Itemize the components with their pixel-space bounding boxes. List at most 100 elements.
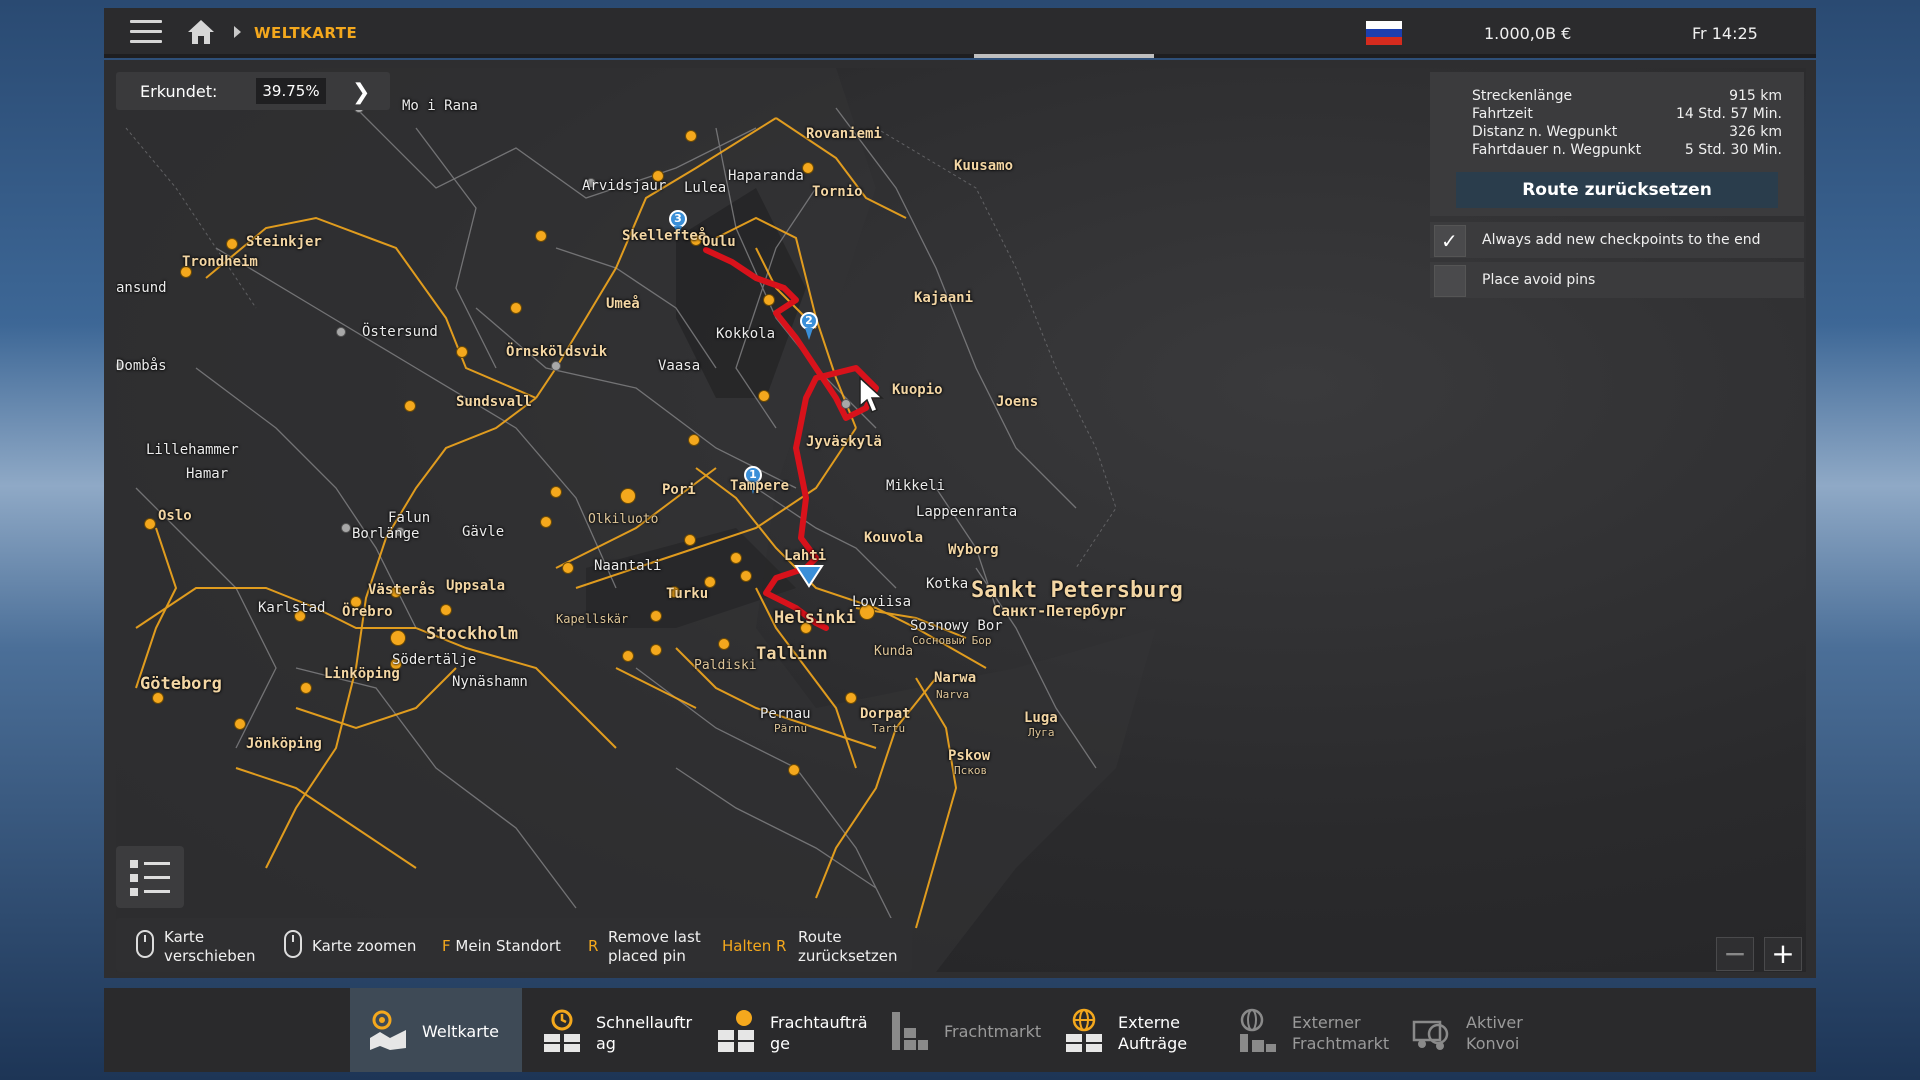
city-dot [390, 630, 406, 646]
key-hold-r: Halten R [722, 937, 787, 955]
city-label: Karlstad [258, 600, 326, 616]
tab-label: Externer Frachtmarkt [1292, 1013, 1390, 1053]
freight-icon [718, 1010, 754, 1052]
city-label: Mo i Rana [402, 98, 478, 114]
mouse-drag-icon [136, 930, 154, 958]
zoom-out-button[interactable]: − [1716, 937, 1754, 971]
zoom-in-button[interactable]: + [1764, 937, 1802, 971]
tab-external-contracts[interactable]: Externe Aufträge [1046, 988, 1218, 1072]
city-label: Trondheim [182, 254, 258, 270]
city-dot [688, 434, 700, 446]
city-dot [300, 682, 312, 694]
reset-route-button[interactable]: Route zurücksetzen [1456, 172, 1778, 208]
city-dot [845, 692, 857, 704]
city-label: Lulea [684, 180, 727, 196]
city-label: Hamar [186, 466, 229, 482]
tab-world-map[interactable]: Weltkarte [350, 988, 522, 1072]
city-label: Linköping [324, 666, 400, 682]
city-label: Sankt Petersburg [971, 578, 1183, 603]
map-icon [370, 1010, 406, 1050]
globe-icon [1066, 1008, 1102, 1052]
city-label: Paldiski [694, 658, 757, 673]
route-stat-value: 915 km [1729, 88, 1782, 104]
russia-flag-icon [1366, 21, 1402, 45]
city-label: Tornio [812, 184, 863, 200]
bottom-navigation: Weltkarte Schnellauftr ag Frachtaufträ g… [104, 988, 1816, 1072]
city-dot [336, 327, 346, 337]
city-label: Nynäshamn [452, 674, 528, 690]
city-label: Pskow [948, 748, 991, 764]
hint-zoom-map: Karte zoomen [312, 937, 417, 955]
legend-list-icon [130, 860, 170, 896]
city-label: Kotka [926, 576, 969, 592]
city-label: Olkiluoto [588, 512, 659, 527]
hint-move-map: Karte verschieben [164, 928, 256, 965]
route-info-panel: Streckenlänge 915 km Fahrtzeit 14 Std. 5… [1430, 72, 1804, 216]
controls-hint-bar: Karte verschieben Karte zoomen F Mein St… [116, 918, 912, 972]
checkbox[interactable] [1434, 265, 1466, 297]
city-dot [144, 518, 156, 530]
city-label: Kouvola [864, 530, 924, 546]
city-dot [763, 294, 775, 306]
explored-panel: Erkundet: 39.75% ❯ [116, 72, 390, 110]
external-market-icon [1240, 1008, 1276, 1052]
option-place-avoid-pins[interactable]: Place avoid pins [1430, 262, 1804, 298]
route-stat-value: 5 Std. 30 Min. [1684, 142, 1782, 158]
city-dot [622, 650, 634, 662]
city-dot [456, 346, 468, 358]
city-dot [551, 361, 561, 371]
header-accent-line [974, 54, 1154, 58]
option-add-checkpoints-end[interactable]: ✓ Always add new checkpoints to the end [1430, 222, 1804, 258]
city-dot [404, 400, 416, 412]
city-dot [730, 552, 742, 564]
city-label: Санкт-Петербург [992, 602, 1128, 620]
hint-label: Mein Standort [455, 937, 561, 955]
checkbox[interactable]: ✓ [1434, 225, 1466, 257]
breadcrumb-arrow-icon [234, 26, 241, 38]
city-dot [540, 516, 552, 528]
city-label: Kunda [874, 644, 914, 659]
breadcrumb: WELTKARTE [254, 24, 358, 42]
city-label: Haparanda [728, 168, 804, 184]
tab-label: Schnellauftr ag [596, 1013, 693, 1053]
game-clock: Fr 14:25 [1692, 24, 1758, 43]
hint-r-key: R [588, 937, 598, 956]
quick-job-icon [544, 1009, 580, 1052]
route-stat-key: Streckenlänge [1472, 88, 1573, 104]
city-label: Stockholm [426, 624, 519, 644]
city-label: Jyväskylä [806, 434, 882, 450]
home-icon[interactable] [186, 18, 216, 46]
city-label: Pärnu [774, 722, 808, 735]
city-dot [341, 523, 351, 533]
route-stat-value: 14 Std. 57 Min. [1676, 106, 1782, 122]
city-label: Joens [996, 394, 1039, 410]
legend-button[interactable] [116, 846, 184, 908]
city-label: Tartu [872, 722, 906, 735]
city-dot [510, 302, 522, 314]
city-dot [758, 390, 770, 402]
city-label: Псков [954, 764, 988, 777]
money-balance: 1.000,0B € [1484, 24, 1572, 43]
city-label: Tallinn [756, 644, 828, 664]
city-dot [620, 488, 636, 504]
waypoint-pin-2[interactable]: 2 [798, 312, 820, 342]
city-dot [841, 399, 851, 409]
city-label: Wyborg [948, 542, 999, 558]
city-dot [740, 570, 752, 582]
tab-quick-job[interactable]: Schnellauftr ag [524, 988, 696, 1072]
city-dot [234, 718, 246, 730]
tab-cargo-market[interactable]: Frachtmarkt [872, 988, 1044, 1072]
city-label: Kuopio [892, 382, 943, 398]
city-label: Narva [936, 688, 970, 701]
chevron-right-icon[interactable]: ❯ [352, 80, 370, 105]
tab-freight-market[interactable]: Frachtaufträ ge [698, 988, 870, 1072]
tab-active-convoy[interactable]: Aktiver Konvoi [1394, 988, 1566, 1072]
top-bar: WELTKARTE 1.000,0B € Fr 14:25 [104, 8, 1816, 58]
city-label: Jönköping [246, 736, 322, 752]
city-label: Lahti [784, 548, 827, 564]
city-label: Skellefteå [622, 228, 707, 244]
city-label: Narwa [934, 670, 977, 686]
menu-icon[interactable] [130, 20, 162, 46]
tab-external-freight-market[interactable]: Externer Frachtmarkt [1220, 988, 1392, 1072]
route-stat-value: 326 km [1729, 124, 1782, 140]
